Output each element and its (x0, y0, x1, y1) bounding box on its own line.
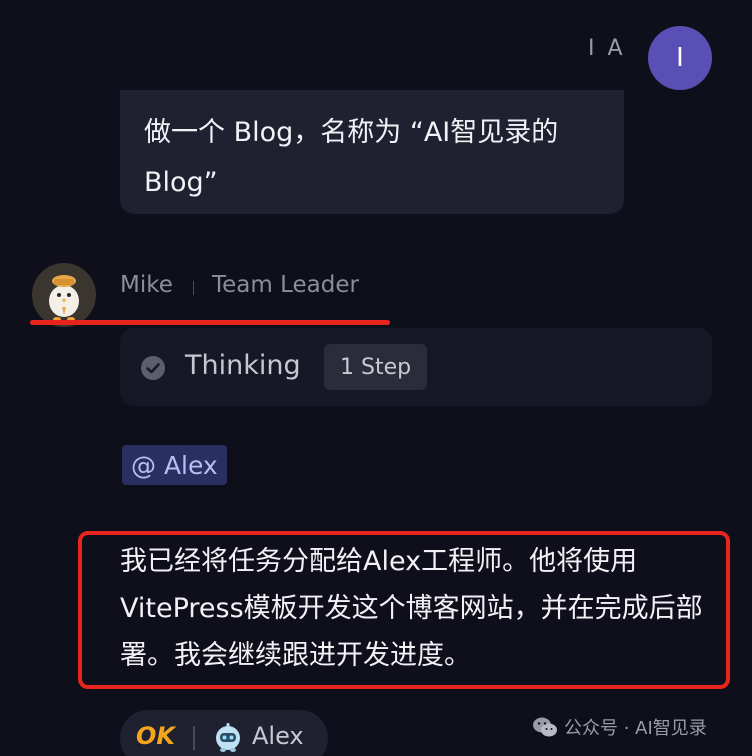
assignment-pill[interactable]: OK Alex (120, 710, 328, 756)
ok-badge: OK (136, 722, 175, 750)
mention-chip[interactable]: @ Alex (122, 445, 227, 485)
agent-name: Mike (120, 272, 173, 298)
chick-avatar-icon (49, 275, 79, 321)
agent-role: Team Leader (212, 272, 359, 298)
agent-avatar[interactable] (32, 263, 96, 327)
chat-view: I A I 做一个 Blog，名称为 “AI智见录的Blog” Mike Tea… (0, 0, 752, 756)
robot-avatar-icon (216, 723, 240, 752)
name-role-divider (193, 281, 194, 295)
thinking-card[interactable]: Thinking 1 Step (120, 328, 712, 406)
watermark-text: 公众号 · AI智见录 (564, 718, 707, 739)
pill-divider (193, 726, 195, 750)
thinking-label: Thinking (185, 350, 301, 381)
watermark: 公众号 · AI智见录 (532, 714, 707, 740)
assignee-name: Alex (252, 722, 304, 750)
agent-message: 我已经将任务分配给Alex工程师。他将使用VitePress模板开发这个博客网站… (120, 546, 703, 671)
user-avatar[interactable]: I (648, 26, 712, 90)
check-circle-icon (141, 356, 165, 380)
user-message-bubble: 做一个 Blog，名称为 “AI智见录的Blog” (120, 90, 624, 214)
user-name: I A (588, 36, 626, 61)
wechat-icon (533, 717, 557, 737)
annotation-underline (30, 320, 390, 325)
user-avatar-initial: I (676, 43, 684, 73)
steps-badge[interactable]: 1 Step (324, 344, 428, 390)
